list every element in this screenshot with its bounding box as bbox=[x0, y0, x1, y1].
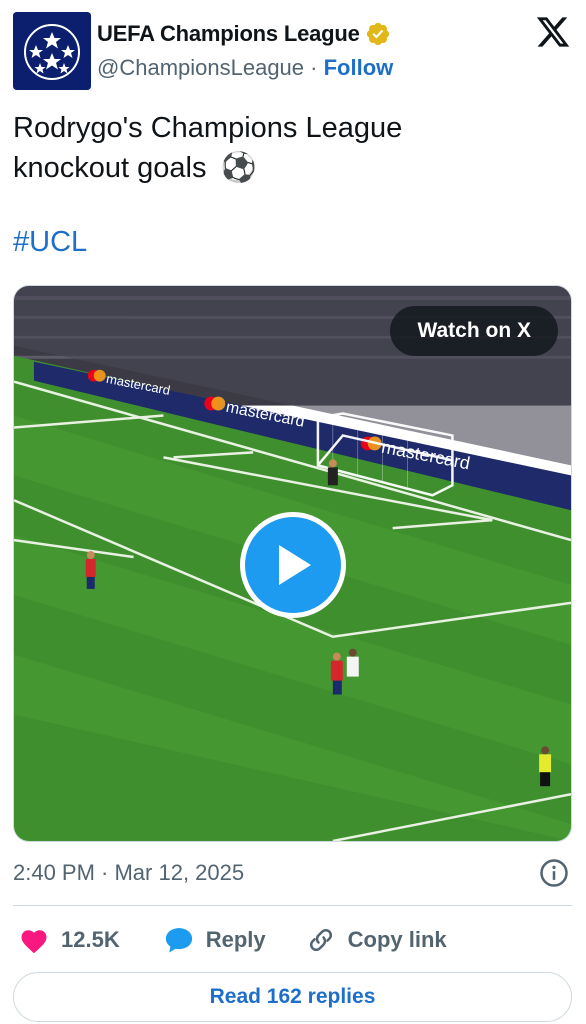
play-button[interactable] bbox=[240, 512, 346, 618]
verified-badge-icon[interactable] bbox=[365, 21, 391, 47]
link-icon bbox=[309, 928, 332, 952]
heart-icon bbox=[21, 930, 47, 954]
divider bbox=[13, 905, 572, 906]
watch-on-x-button[interactable]: Watch on X bbox=[390, 306, 558, 356]
reply-label: Reply bbox=[205, 927, 266, 952]
play-icon bbox=[279, 545, 311, 585]
handle-row: @ChampionsLeague · Follow bbox=[97, 55, 393, 81]
video-player[interactable]: mastercard mastercard mastercard Watch o… bbox=[13, 285, 572, 842]
tweet-text-line-1: Rodrygo's Champions League bbox=[13, 112, 403, 144]
avatar[interactable] bbox=[13, 12, 91, 90]
like-count: 12.5K bbox=[61, 927, 120, 952]
soccer-ball-emoji: ⚽ bbox=[220, 152, 257, 184]
hashtag-link[interactable]: #UCL bbox=[13, 226, 87, 259]
read-replies-button[interactable]: Read 162 replies bbox=[13, 972, 572, 1022]
reply-bubble-icon bbox=[165, 928, 192, 953]
like-button[interactable]: 12.5K bbox=[19, 926, 120, 954]
copy-link-label: Copy link bbox=[347, 927, 447, 952]
info-icon[interactable] bbox=[539, 858, 569, 888]
x-logo-icon[interactable] bbox=[535, 14, 571, 50]
ucl-starball-icon bbox=[13, 12, 91, 90]
copy-link-button[interactable]: Copy link bbox=[306, 925, 447, 955]
handle-separator: · bbox=[310, 55, 324, 80]
display-name[interactable]: UEFA Champions League bbox=[97, 21, 360, 47]
tweet-header: UEFA Champions League @ChampionsLeague ·… bbox=[13, 12, 573, 90]
tweet-text-line-2: knockout goals ⚽ bbox=[13, 148, 573, 188]
account-handle[interactable]: @ChampionsLeague bbox=[97, 55, 304, 80]
tweet-timestamp[interactable]: 2:40 PM · Mar 12, 2025 bbox=[13, 860, 244, 886]
reply-button[interactable]: Reply bbox=[164, 926, 266, 954]
display-name-row: UEFA Champions League bbox=[97, 21, 391, 47]
tweet-text-line-2-words: knockout goals bbox=[13, 152, 207, 184]
action-bar: 12.5K Reply Copy link bbox=[13, 922, 572, 958]
tweet-text: Rodrygo's Champions League knockout goal… bbox=[13, 108, 573, 188]
follow-button[interactable]: Follow bbox=[324, 55, 394, 80]
